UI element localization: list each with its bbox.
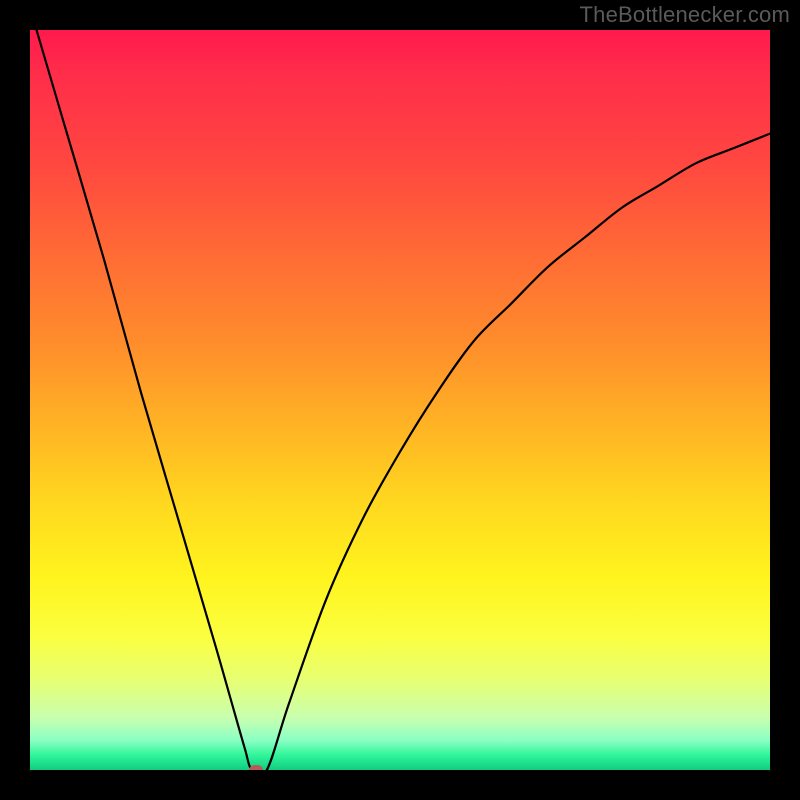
bottleneck-curve <box>30 30 770 770</box>
optimum-marker <box>249 765 263 770</box>
watermark-text: TheBottlenecker.com <box>580 2 790 28</box>
chart-frame: TheBottlenecker.com <box>0 0 800 800</box>
plot-area <box>30 30 770 770</box>
